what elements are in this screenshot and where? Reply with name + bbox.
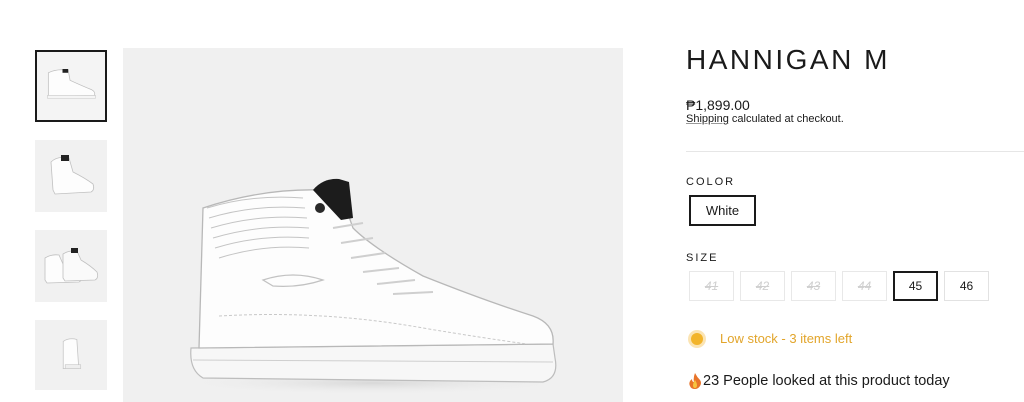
shipping-note: Shipping calculated at checkout. [686,113,844,125]
size-option-42[interactable]: 42 [740,271,785,301]
color-label: COLOR [686,176,736,188]
product-views: 23 People looked at this product today [688,373,950,389]
stock-text: Low stock - 3 items left [720,331,853,346]
thumbnail-1[interactable] [35,50,107,122]
shipping-text: calculated at checkout. [728,113,844,125]
size-option-45[interactable]: 45 [893,271,938,301]
shipping-link[interactable]: Shipping [686,113,729,125]
product-price: ₱1,899.00 [686,97,750,113]
size-option-46[interactable]: 46 [944,271,989,301]
product-title: HANNIGAN M [686,44,890,75]
thumbnail-2[interactable] [35,140,107,212]
size-options: 41 42 43 44 45 46 [689,271,989,301]
shoe-main-image [173,178,573,395]
size-option-43[interactable]: 43 [791,271,836,301]
stock-status: Low stock - 3 items left [691,331,852,346]
fire-icon [689,373,701,389]
shoe-thumbnail-image [62,338,82,369]
size-option-41[interactable]: 41 [689,271,734,301]
shoe-thumbnail-image [50,155,95,195]
divider [686,151,1024,152]
main-product-image[interactable] [123,48,623,402]
size-option-44[interactable]: 44 [842,271,887,301]
color-option-white[interactable]: White [689,195,756,226]
thumbnail-3[interactable] [35,230,107,302]
views-text: 23 People looked at this product today [703,373,950,389]
shoe-thumbnail-image [47,69,96,99]
thumbnail-gallery [35,50,107,402]
size-label: SIZE [686,252,719,264]
shoe-thumbnail-image [44,248,99,284]
thumbnail-4[interactable] [35,320,107,390]
stock-indicator-icon [691,332,703,345]
